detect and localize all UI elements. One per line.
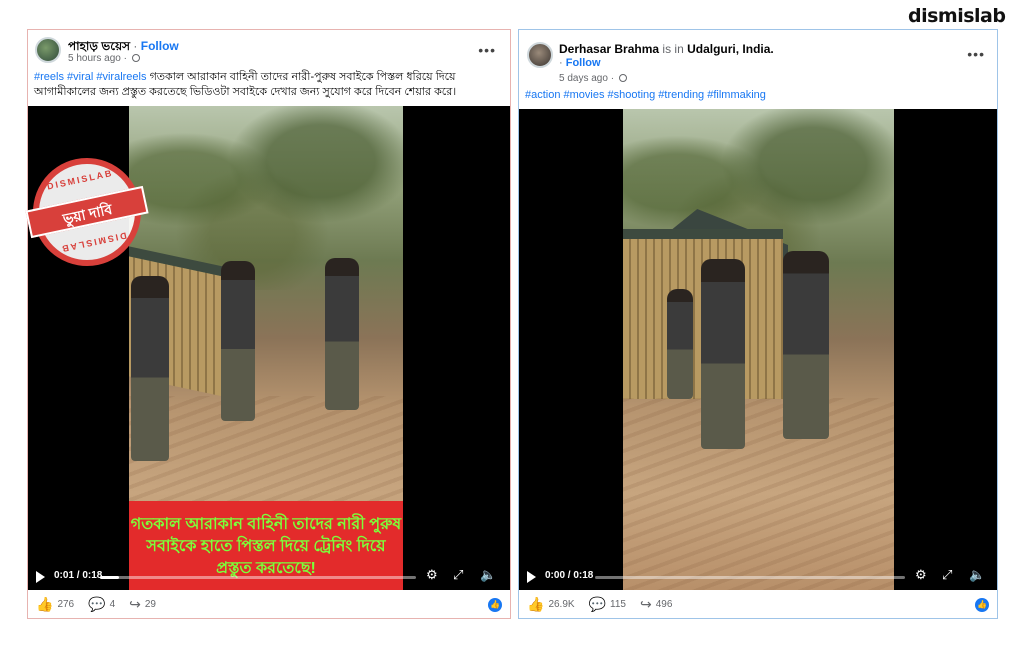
like-icon: 👍 [527,596,545,612]
person-figure [325,258,359,410]
person-figure [667,289,693,399]
author-avatar[interactable] [527,42,553,68]
video-time: 0:00 / 0:18 [545,570,594,581]
hashtags[interactable]: #reels #viral #viralreels [34,71,147,83]
share-icon: ↪ [129,596,141,612]
person-figure [783,251,829,439]
settings-icon[interactable]: ⚙ [426,567,438,583]
like-icon: 👍 [36,596,54,612]
video-time: 0:01 / 0:18 [54,570,103,581]
follow-link[interactable]: Follow [141,39,179,53]
reaction-count: 276 [57,599,75,610]
video-player[interactable]: 0:00 / 0:18 ⚙ ⤢ 🔈 [519,109,997,590]
share-count: 496 [655,599,673,610]
post-actions: 👍 276 💬 4 ↪ 29 [36,596,156,613]
video-frame [623,109,894,590]
globe-icon [618,74,627,82]
like-button[interactable]: 👍 26.9K [527,596,575,613]
separator-dot: · [123,53,130,64]
comment-button[interactable]: 💬 4 [88,596,115,613]
post-meta: 5 days ago · [559,73,627,84]
location-link[interactable]: Udalguri, India. [687,42,774,56]
follow-line: · Follow [559,57,601,69]
dismislab-logo: dismislab [908,5,1006,27]
mute-icon[interactable]: 🔈 [969,567,985,583]
post-caption: #action #movies #shooting #trending #fil… [525,88,985,103]
separator-dot: · [610,73,617,84]
settings-icon[interactable]: ⚙ [915,567,927,583]
author-name[interactable]: Derhasar Brahma [559,42,659,56]
play-icon[interactable] [36,571,45,583]
share-button[interactable]: ↪ 29 [129,596,156,613]
like-badge-icon: 👍 [975,598,989,612]
hashtags[interactable]: #action #movies #shooting #trending #fil… [525,89,766,101]
right-facebook-post: Derhasar Brahma is in Udalguri, India. ·… [518,29,998,619]
share-count: 29 [144,599,156,610]
person-figure [701,259,745,449]
fullscreen-icon[interactable]: ⤢ [453,567,463,583]
fullscreen-icon[interactable]: ⤢ [942,567,952,583]
video-controls: 0:01 / 0:18 ⚙ ⤢ 🔈 [28,562,510,590]
post-author-line: Derhasar Brahma is in Udalguri, India. [559,42,774,56]
author-avatar[interactable] [35,37,61,63]
like-button[interactable]: 👍 276 [36,596,74,613]
like-badge-icon: 👍 [488,598,502,612]
comment-icon: 💬 [88,596,106,612]
checkin-prefix: is in [662,42,684,56]
more-options-icon[interactable]: ••• [967,46,985,62]
comment-count: 4 [109,599,116,610]
post-actions: 👍 26.9K 💬 115 ↪ 496 [527,596,672,613]
share-button[interactable]: ↪ 496 [640,596,672,613]
follow-link[interactable]: Follow [566,57,601,69]
post-caption: #reels #viral #viralreels গতকাল আরাকান ব… [34,70,504,100]
person-figure [131,276,169,461]
comment-button[interactable]: 💬 115 [589,596,626,613]
progress-bar[interactable] [100,576,416,579]
left-facebook-post: পাহাড় ভয়েস · Follow 5 hours ago · ••• … [22,29,511,619]
comment-count: 115 [610,599,626,610]
video-controls: 0:00 / 0:18 ⚙ ⤢ 🔈 [519,562,997,590]
person-figure [221,261,255,421]
progress-bar[interactable] [595,576,905,579]
post-time[interactable]: 5 hours ago [68,53,121,64]
play-icon[interactable] [527,571,536,583]
post-meta: 5 hours ago · [68,53,140,64]
share-icon: ↪ [639,596,652,612]
globe-icon [131,54,140,62]
separator-dot: · [133,39,141,53]
separator-dot: · [559,57,566,69]
reaction-count: 26.9K [548,599,575,610]
post-time[interactable]: 5 days ago [559,73,608,84]
mute-icon[interactable]: 🔈 [480,567,496,583]
progress-fill [100,576,119,579]
comment-icon: 💬 [588,596,607,612]
author-name[interactable]: পাহাড় ভয়েস [68,39,130,53]
more-options-icon[interactable]: ••• [478,42,496,58]
